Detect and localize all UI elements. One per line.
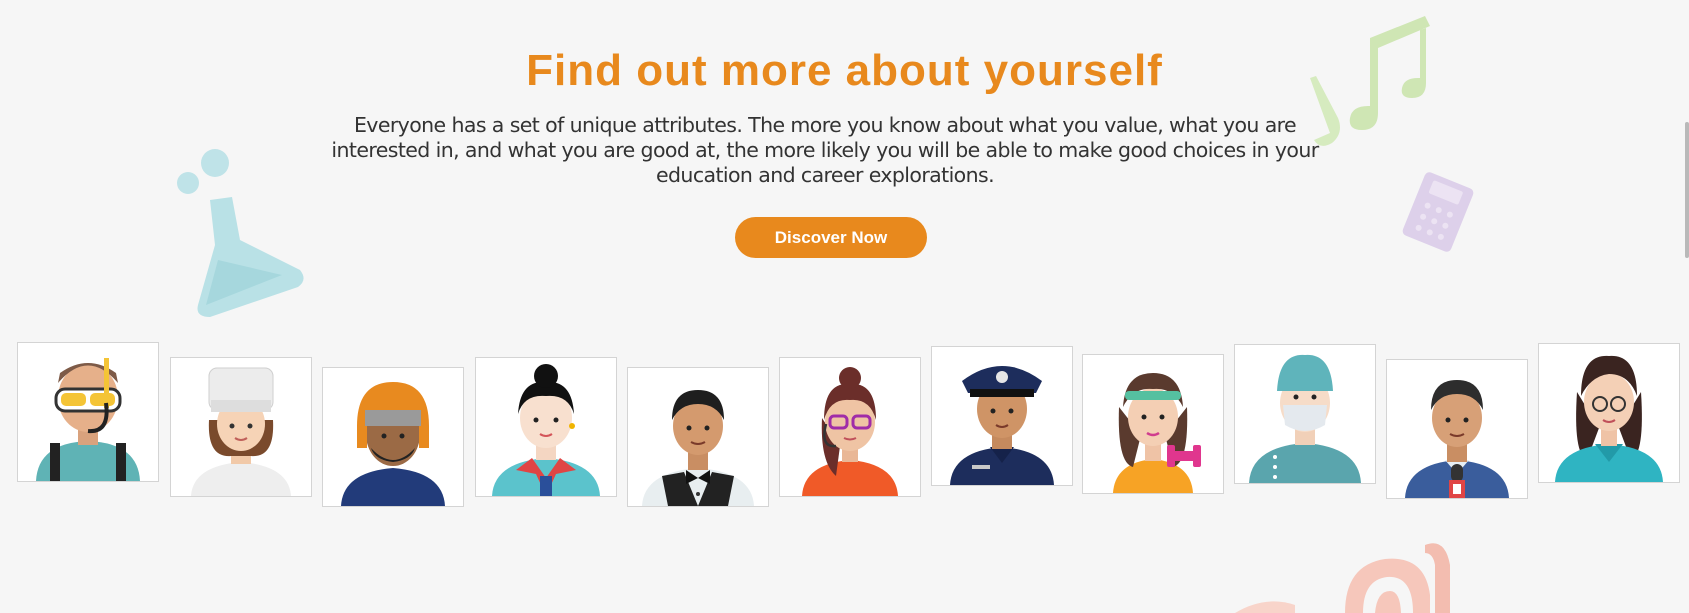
intro-description: Everyone has a set of unique attributes.… xyxy=(331,113,1319,187)
surgeon-avatar xyxy=(1249,354,1361,483)
diver-avatar xyxy=(36,358,140,481)
diver-avatar-card[interactable] xyxy=(17,342,159,482)
flask-icon xyxy=(170,145,310,320)
discover-now-button[interactable]: Discover Now xyxy=(735,217,927,258)
nurse-avatar xyxy=(1555,355,1663,482)
delivery-rider-avatar xyxy=(341,382,445,506)
delivery-rider-avatar-card[interactable] xyxy=(322,367,464,507)
police-officer-avatar xyxy=(950,366,1054,485)
fitness-instructor-avatar xyxy=(1113,373,1201,493)
flight-attendant-avatar-card[interactable] xyxy=(475,357,617,497)
calculator-icon xyxy=(1400,170,1480,255)
fitness-instructor-avatar-card[interactable] xyxy=(1082,354,1224,494)
call-center-agent-avatar xyxy=(802,367,898,496)
nurse-avatar-card[interactable] xyxy=(1538,343,1680,483)
swirl-icon xyxy=(1235,535,1455,613)
scrollbar-thumb[interactable] xyxy=(1685,122,1689,258)
reporter-avatar xyxy=(1405,380,1509,498)
page-title: Find out more about yourself xyxy=(526,46,1163,95)
chef-avatar xyxy=(191,367,291,496)
surgeon-avatar-card[interactable] xyxy=(1234,344,1376,484)
waiter-avatar xyxy=(642,390,754,506)
reporter-avatar-card[interactable] xyxy=(1386,359,1528,499)
chef-avatar-card[interactable] xyxy=(170,357,312,497)
waiter-avatar-card[interactable] xyxy=(627,367,769,507)
call-center-agent-avatar-card[interactable] xyxy=(779,357,921,497)
flight-attendant-avatar xyxy=(492,364,600,496)
police-officer-avatar-card[interactable] xyxy=(931,346,1073,486)
